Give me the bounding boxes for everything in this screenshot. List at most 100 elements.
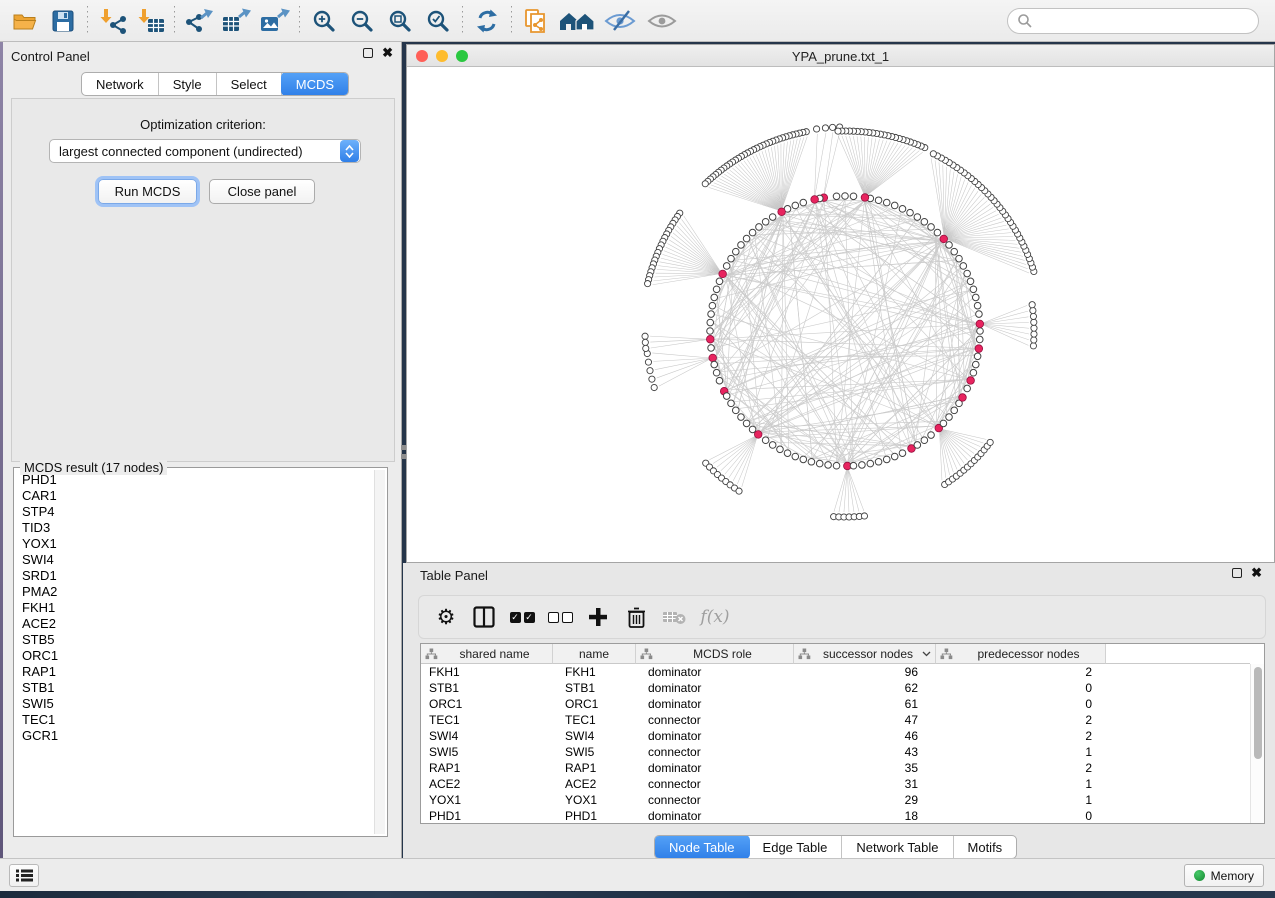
close-panel-icon[interactable]: ✖	[382, 48, 393, 58]
mcds-result-item[interactable]: STP4	[17, 504, 373, 520]
mcds-result-item[interactable]: RAP1	[17, 664, 373, 680]
delete-table-button[interactable]	[655, 598, 693, 636]
zoom-in-button[interactable]	[305, 3, 343, 39]
refresh-button[interactable]	[468, 3, 506, 39]
import-network-button[interactable]	[93, 3, 131, 39]
leaf-node	[651, 384, 657, 390]
ring-node	[777, 446, 784, 453]
zoom-selected-button[interactable]	[419, 3, 457, 39]
search-field[interactable]	[1007, 8, 1259, 34]
first-neighbors-button[interactable]	[555, 3, 599, 39]
mcds-result-item[interactable]: SWI4	[17, 552, 373, 568]
mcds-result-item[interactable]: STB5	[17, 632, 373, 648]
function-builder-button[interactable]: f(x)	[693, 598, 737, 636]
memory-button[interactable]: Memory	[1184, 864, 1264, 887]
panel-splitter-handle[interactable]	[401, 445, 406, 459]
ring-node	[711, 361, 718, 368]
delete-column-button[interactable]	[617, 598, 655, 636]
duplicate-network-button[interactable]	[517, 3, 555, 39]
toolbar-separator	[511, 6, 512, 36]
mcds-result-item[interactable]: TID3	[17, 520, 373, 536]
network-graph[interactable]	[407, 67, 1274, 562]
show-graphics-button[interactable]	[641, 3, 683, 39]
close-panel-button[interactable]: Close panel	[209, 179, 315, 204]
mcds-result-item[interactable]: SRD1	[17, 568, 373, 584]
task-history-button[interactable]	[9, 864, 39, 887]
column-settings-button[interactable]: ⚙	[427, 598, 465, 636]
search-input[interactable]	[1033, 14, 1258, 28]
import-table-button[interactable]	[131, 3, 169, 39]
split-view-button[interactable]	[465, 598, 503, 636]
mcds-result-item[interactable]: TEC1	[17, 712, 373, 728]
ring-node	[707, 319, 714, 326]
ring-node	[914, 214, 921, 221]
column-header-shared-name[interactable]: shared name	[421, 644, 553, 664]
mcds-result-item[interactable]: SWI5	[17, 696, 373, 712]
add-column-button[interactable]	[579, 598, 617, 636]
zoom-out-button[interactable]	[343, 3, 381, 39]
scrollbar-thumb[interactable]	[1254, 667, 1262, 759]
tab-mcds[interactable]: MCDS	[281, 72, 349, 96]
cell: ORC1	[421, 696, 553, 712]
mcds-result-item[interactable]: ACE2	[17, 616, 373, 632]
table-row[interactable]: SWI5SWI5connector431	[421, 744, 1250, 760]
cell: 43	[794, 744, 936, 760]
table-row[interactable]: SWI4SWI4dominator462	[421, 728, 1250, 744]
float-panel-icon[interactable]	[363, 48, 373, 58]
deselect-all-button[interactable]	[541, 598, 579, 636]
mcds-result-item[interactable]: ORC1	[17, 648, 373, 664]
table-row[interactable]: TEC1TEC1connector472	[421, 712, 1250, 728]
tab-network-table[interactable]: Network Table	[842, 836, 953, 858]
close-table-panel-icon[interactable]: ✖	[1251, 568, 1262, 578]
column-header-predecessor-nodes[interactable]: predecessor nodes	[936, 644, 1106, 664]
table-row[interactable]: STB1STB1dominator620	[421, 680, 1250, 696]
select-all-button[interactable]: ✓✓	[503, 598, 541, 636]
table-scrollbar[interactable]	[1250, 664, 1264, 823]
export-image-button[interactable]	[256, 3, 294, 39]
mcds-result-item[interactable]: PMA2	[17, 584, 373, 600]
export-table-button[interactable]	[218, 3, 256, 39]
hide-graphics-button[interactable]	[599, 3, 641, 39]
mcds-result-list[interactable]: PHD1CAR1STP4TID3YOX1SWI4SRD1PMA2FKH1ACE2…	[17, 472, 373, 833]
mcds-result-item[interactable]: YOX1	[17, 536, 373, 552]
table-row[interactable]: RAP1RAP1dominator352	[421, 760, 1250, 776]
network-canvas[interactable]	[407, 67, 1274, 562]
column-header-name[interactable]: name	[553, 644, 636, 664]
tab-node-table[interactable]: Node Table	[654, 835, 750, 859]
desktop-bottom-strip	[0, 891, 1275, 898]
open-file-button[interactable]	[6, 3, 44, 39]
column-header-successor-nodes[interactable]: successor nodes	[794, 644, 936, 664]
tab-edge-table[interactable]: Edge Table	[749, 836, 843, 858]
mcds-result-item[interactable]: CAR1	[17, 488, 373, 504]
mcds-result-item[interactable]: FKH1	[17, 600, 373, 616]
tab-network[interactable]: Network	[82, 73, 159, 95]
tab-style[interactable]: Style	[159, 73, 217, 95]
tab-motifs[interactable]: Motifs	[954, 836, 1017, 858]
ring-node	[907, 209, 914, 216]
mcds-result-item[interactable]: STB1	[17, 680, 373, 696]
ring-node	[914, 442, 921, 449]
optimization-select[interactable]: largest connected component (undirected)	[49, 139, 361, 163]
float-table-panel-icon[interactable]	[1232, 568, 1242, 578]
table-row[interactable]: PHD1PHD1dominator180	[421, 808, 1250, 823]
leaf-node	[835, 128, 841, 134]
export-network-button[interactable]	[180, 3, 218, 39]
cell: 0	[936, 808, 1106, 823]
table-row[interactable]: ACE2ACE2connector311	[421, 776, 1250, 792]
save-session-button[interactable]	[44, 3, 82, 39]
run-mcds-button[interactable]: Run MCDS	[98, 179, 197, 204]
table-row[interactable]: YOX1YOX1connector291	[421, 792, 1250, 808]
table-row[interactable]: FKH1FKH1dominator962	[421, 664, 1250, 680]
ring-node	[707, 328, 714, 335]
mcds-list-scrollbar[interactable]	[374, 470, 385, 834]
table-row[interactable]: ORC1ORC1dominator610	[421, 696, 1250, 712]
tab-select[interactable]: Select	[217, 73, 282, 95]
zoom-fit-button[interactable]	[381, 3, 419, 39]
cell: PHD1	[421, 808, 553, 823]
cell: 35	[794, 760, 936, 776]
mcds-result-item[interactable]: PHD1	[17, 472, 373, 488]
column-header-MCDS-role[interactable]: MCDS role	[636, 644, 794, 664]
cell: ORC1	[553, 696, 636, 712]
ring-node	[964, 270, 971, 277]
mcds-result-item[interactable]: GCR1	[17, 728, 373, 744]
